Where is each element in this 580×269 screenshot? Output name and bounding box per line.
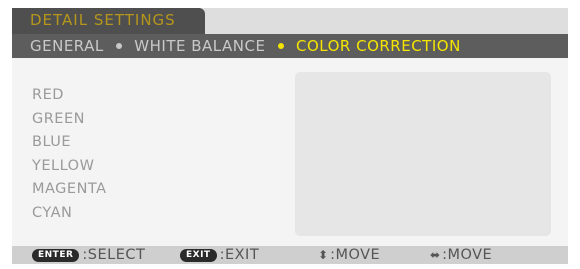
breadcrumb-general[interactable]: GENERAL [30, 37, 104, 55]
breadcrumb-white-balance[interactable]: WHITE BALANCE [134, 37, 265, 55]
hint-move-horizontal: ⬌ :MOVE [430, 246, 492, 264]
hint-select-label: :SELECT [82, 247, 146, 263]
title-tab: DETAIL SETTINGS [12, 8, 205, 34]
hint-exit: EXIT :EXIT [180, 246, 259, 264]
menu-item-blue[interactable]: BLUE [32, 131, 107, 155]
hint-move-horizontal-label: :MOVE [442, 247, 493, 263]
menu-item-cyan[interactable]: CYAN [32, 202, 107, 226]
menu-item-red[interactable]: RED [32, 84, 107, 108]
breadcrumb-color-correction[interactable]: COLOR CORRECTION [296, 37, 461, 55]
breadcrumb: GENERAL WHITE BALANCE COLOR CORRECTION [12, 34, 568, 58]
hint-exit-label: :EXIT [219, 247, 260, 263]
footer-hints: ENTER :SELECT EXIT :EXIT ⬍ :MOVE ⬌ :MOVE [12, 246, 568, 264]
menu-item-green[interactable]: GREEN [32, 108, 107, 132]
detail-settings-osd: DETAIL SETTINGS GENERAL WHITE BALANCE CO… [12, 8, 568, 264]
up-down-arrows-icon: ⬍ [318, 248, 329, 262]
hint-move-vertical-label: :MOVE [330, 247, 381, 263]
title-bar: DETAIL SETTINGS [12, 8, 568, 34]
menu-item-yellow[interactable]: YELLOW [32, 155, 107, 179]
hint-select: ENTER :SELECT [32, 246, 145, 264]
color-list: RED GREEN BLUE YELLOW MAGENTA CYAN [32, 84, 107, 225]
left-right-arrows-icon: ⬌ [430, 248, 441, 262]
hint-move-vertical: ⬍ :MOVE [318, 246, 380, 264]
menu-title: DETAIL SETTINGS [30, 11, 176, 29]
bullet-icon [116, 42, 123, 49]
menu-item-magenta[interactable]: MAGENTA [32, 178, 107, 202]
value-panel [295, 72, 551, 236]
bullet-icon [277, 42, 284, 49]
enter-key-icon: ENTER [32, 248, 80, 262]
exit-key-icon: EXIT [180, 248, 217, 262]
